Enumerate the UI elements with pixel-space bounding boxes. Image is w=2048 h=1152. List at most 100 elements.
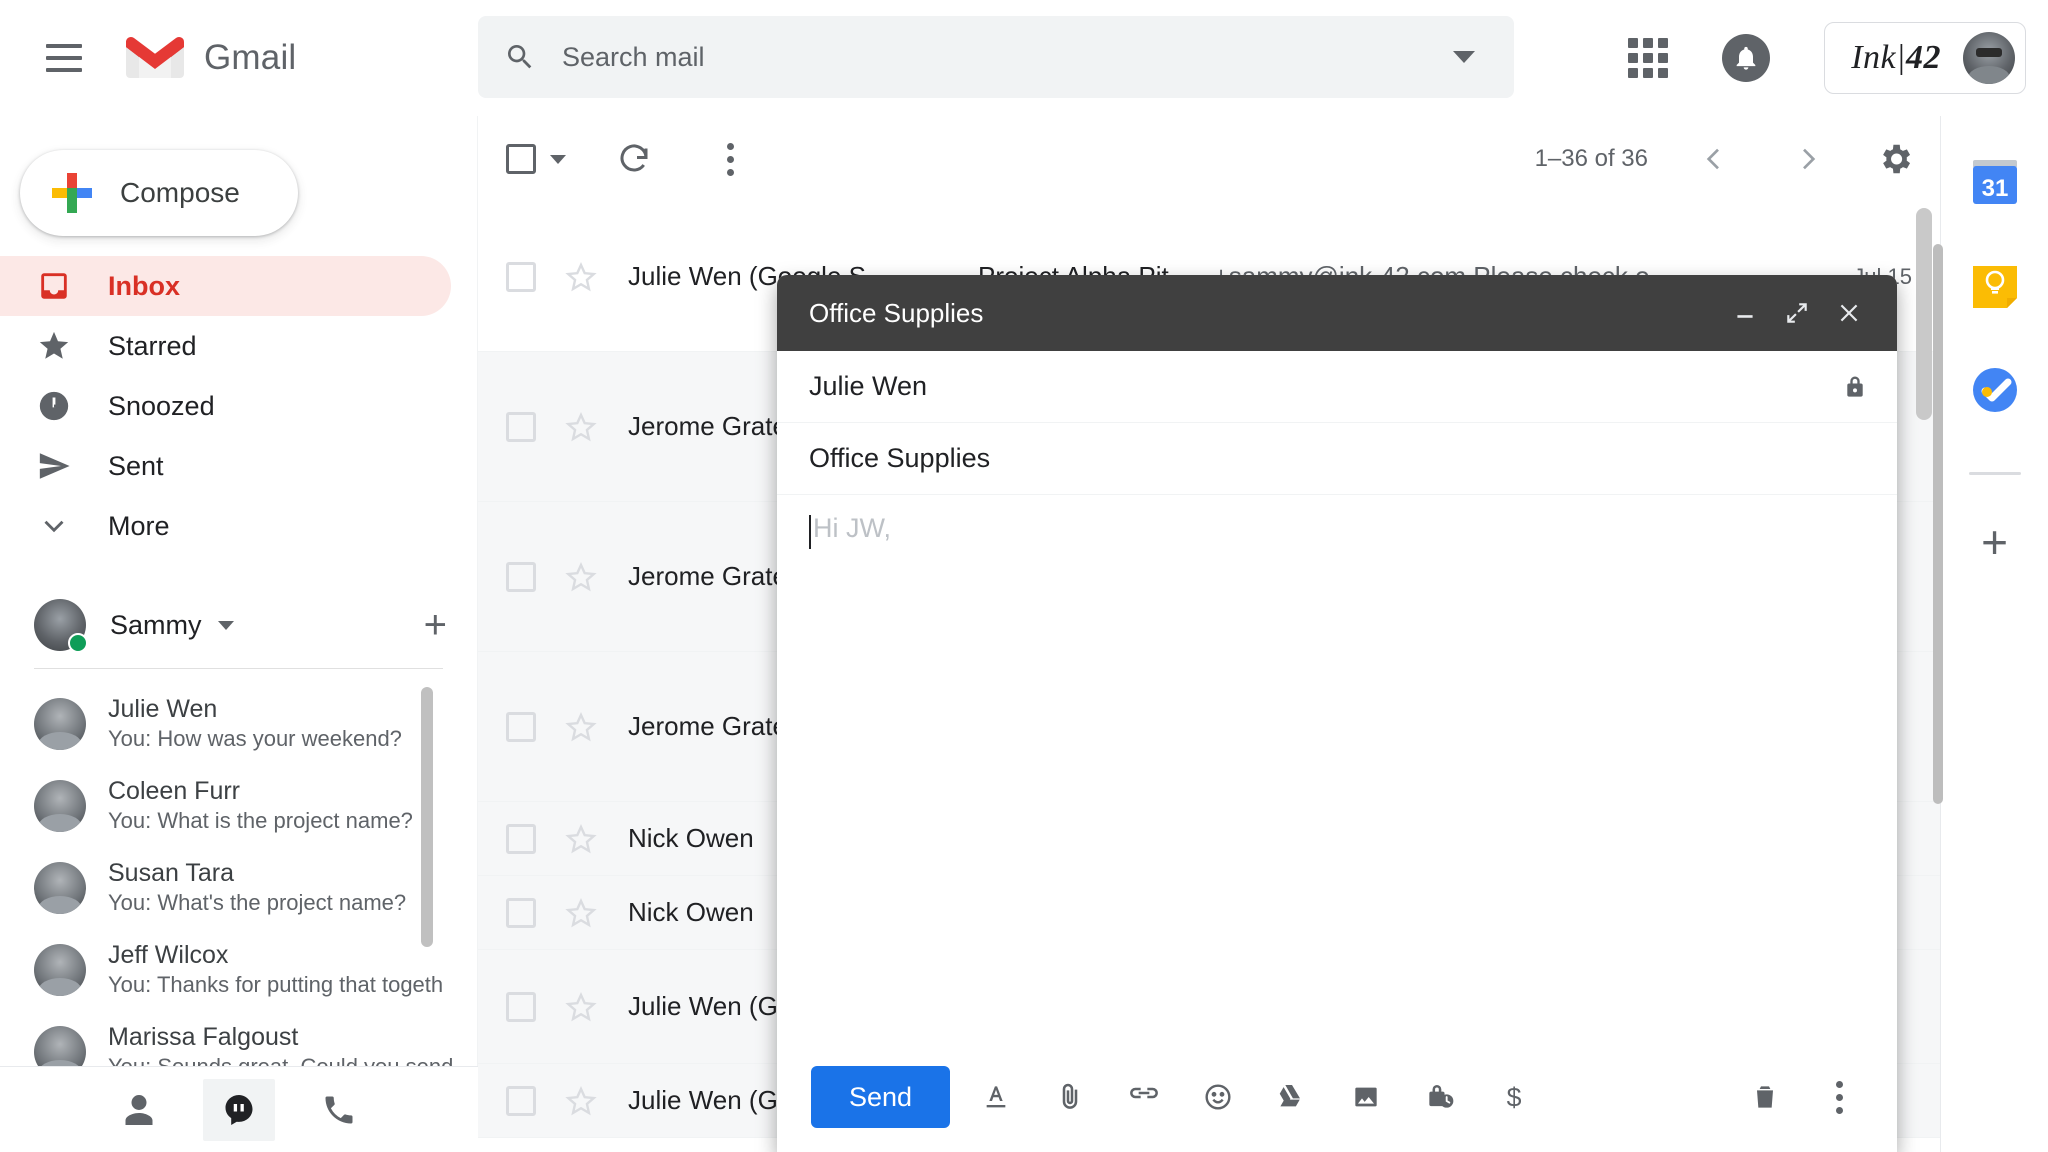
google-drive-icon[interactable] [1264, 1069, 1320, 1125]
chevron-left-icon[interactable] [1686, 131, 1742, 187]
mail-list-pagination: 1–36 of 36 [1535, 131, 1940, 187]
attach-file-icon[interactable] [1042, 1069, 1098, 1125]
bell-icon[interactable] [1722, 34, 1771, 82]
more-options-kebab-menu-icon[interactable] [1811, 1069, 1867, 1125]
star-icon[interactable] [564, 822, 598, 856]
compose-toolbar-right [1719, 1069, 1867, 1125]
google-keep-icon[interactable] [1967, 258, 2023, 314]
contact-message: You: How was your weekend? [108, 726, 402, 752]
sidebar-item-label: More [108, 510, 170, 541]
insert-link-icon[interactable] [1116, 1069, 1172, 1125]
contact-name: Julie Wen [108, 695, 218, 724]
star-icon[interactable] [564, 710, 598, 744]
hangouts-footer-tabs [0, 1066, 478, 1152]
compose-body[interactable]: Hi JW, [777, 495, 1897, 1042]
contacts-scrollbar[interactable] [421, 687, 433, 947]
lock-icon[interactable] [1841, 373, 1869, 401]
row-checkbox[interactable] [506, 561, 536, 592]
sidebar-item-starred[interactable]: Starred [0, 316, 451, 376]
subject-input[interactable] [809, 443, 1869, 474]
row-checkbox[interactable] [506, 823, 536, 854]
sidebar-item-snoozed[interactable]: Snoozed [0, 376, 451, 436]
addons-panel: 31 + [1933, 116, 2048, 1152]
gmail-logo-icon [126, 36, 184, 80]
phone-icon[interactable] [303, 1079, 375, 1141]
hamburger-menu-icon[interactable] [34, 28, 94, 88]
contacts-person-icon[interactable] [103, 1079, 175, 1141]
account-chip[interactable]: Ink|42 [1824, 22, 2026, 94]
format-text-icon[interactable] [968, 1069, 1024, 1125]
list-item[interactable]: Jeff Wilcox You: Thanks for putting that… [0, 929, 477, 1011]
compose-button[interactable]: Compose [20, 150, 298, 236]
hangouts-new-conversation-plus-icon[interactable]: + [424, 605, 447, 645]
avatar [34, 780, 86, 832]
insert-money-icon[interactable]: $ [1486, 1069, 1542, 1125]
plus-icon [52, 173, 92, 213]
insert-photo-icon[interactable] [1338, 1069, 1394, 1125]
sidebar-item-inbox[interactable]: Inbox [0, 256, 451, 316]
list-item[interactable]: Coleen Furr You: What is the project nam… [0, 765, 477, 847]
gmail-brand[interactable]: Gmail [126, 36, 296, 80]
minimize-icon[interactable] [1719, 287, 1771, 339]
select-all-checkbox[interactable] [506, 144, 566, 174]
row-checkbox[interactable] [506, 711, 536, 742]
add-addon-icon[interactable]: + [1981, 519, 2008, 565]
brand-prefix: Ink [1851, 39, 1897, 76]
search-input[interactable] [562, 41, 1440, 73]
contact-message: You: What is the project name? [108, 808, 413, 834]
row-checkbox[interactable] [506, 411, 536, 442]
gmail-wordmark: Gmail [204, 38, 297, 77]
top-bar-right: Ink|42 [1628, 0, 2048, 116]
avatar [34, 944, 86, 996]
sidebar-item-more[interactable]: More [0, 496, 451, 556]
to-input[interactable] [809, 371, 1841, 402]
trash-icon[interactable] [1737, 1069, 1793, 1125]
inbox-icon [34, 266, 74, 306]
body-suggestion-text: Hi JW, [813, 513, 891, 543]
close-icon[interactable] [1823, 287, 1875, 339]
gear-icon[interactable] [1876, 140, 1914, 178]
avatar[interactable] [1963, 32, 2015, 84]
sidebar: Compose Inbox Starred Snoozed Sent More … [0, 116, 478, 1152]
send-button[interactable]: Send [811, 1066, 951, 1128]
search-icon [504, 41, 536, 73]
refresh-icon[interactable] [606, 131, 662, 187]
compose-subject-field[interactable] [777, 423, 1897, 495]
more-options-kebab-menu-icon[interactable] [702, 131, 758, 187]
search-bar[interactable] [478, 16, 1514, 98]
hangouts-status-chevron-down-icon[interactable] [217, 620, 234, 630]
mail-list-scrollbar[interactable] [1916, 208, 1932, 420]
apps-grid-icon[interactable] [1628, 38, 1669, 78]
row-checkbox[interactable] [506, 1085, 536, 1116]
addons-scrollbar[interactable] [1933, 244, 1943, 804]
row-checkbox[interactable] [506, 261, 536, 292]
star-icon[interactable] [564, 990, 598, 1024]
star-icon[interactable] [564, 1084, 598, 1118]
star-icon[interactable] [564, 410, 598, 444]
nav-list: Inbox Starred Snoozed Sent More [0, 256, 477, 556]
compose-to-field[interactable] [777, 351, 1897, 423]
sidebar-item-sent[interactable]: Sent [0, 436, 451, 496]
list-item[interactable]: Julie Wen You: How was your weekend? [0, 683, 477, 765]
hangouts-user-name: Sammy [110, 609, 202, 640]
chevron-right-icon[interactable] [1780, 131, 1836, 187]
select-all-chevron-down-icon[interactable] [550, 154, 566, 164]
search-options-chevron-down-icon[interactable] [1440, 51, 1488, 63]
hangouts-user-avatar[interactable] [34, 599, 88, 653]
compose-header[interactable]: Office Supplies [777, 275, 1897, 351]
star-icon[interactable] [564, 896, 598, 930]
confidential-mode-icon[interactable] [1412, 1069, 1468, 1125]
hangouts-chat-icon[interactable] [203, 1078, 275, 1141]
google-calendar-icon[interactable]: 31 [1967, 154, 2023, 210]
avatar [34, 862, 86, 914]
send-icon [34, 446, 74, 486]
contact-message: You: What's the project name? [108, 890, 407, 916]
star-icon[interactable] [564, 260, 598, 294]
expand-icon[interactable] [1771, 287, 1823, 339]
row-checkbox[interactable] [506, 991, 536, 1022]
google-tasks-icon[interactable] [1967, 362, 2023, 418]
insert-emoji-icon[interactable] [1190, 1069, 1246, 1125]
row-checkbox[interactable] [506, 897, 536, 928]
list-item[interactable]: Susan Tara You: What's the project name? [0, 847, 477, 929]
star-icon[interactable] [564, 560, 598, 594]
